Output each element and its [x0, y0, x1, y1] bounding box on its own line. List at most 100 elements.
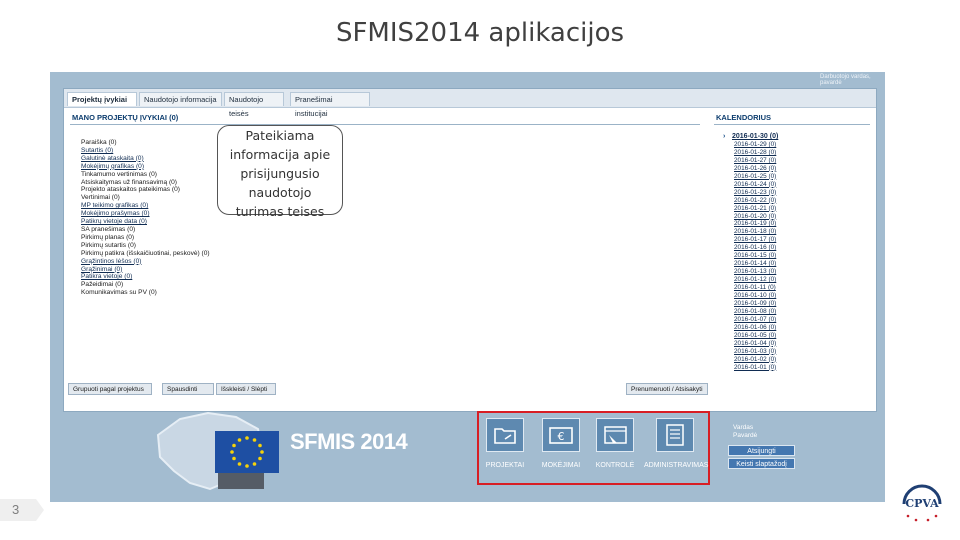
page-number: 3 [12, 502, 20, 517]
event-item[interactable]: Komunikavimas su PV (0) [81, 289, 210, 297]
calendar-date-label: 2016-01-30 (0) [732, 133, 779, 140]
calendar-date[interactable]: 2016-01-20 (0) [723, 213, 778, 221]
calendar-date[interactable]: 2016-01-12 (0) [723, 276, 778, 284]
calendar-list: › 2016-01-30 (0) 2016-01-29 (0) 2016-01-2… [723, 133, 778, 372]
calendar-date[interactable]: 2016-01-15 (0) [723, 252, 778, 260]
calendar-date[interactable]: 2016-01-27 (0) [723, 157, 778, 165]
page-number-tab: 3 [0, 499, 44, 521]
calendar-date[interactable]: 2016-01-16 (0) [723, 244, 778, 252]
calendar-date[interactable]: 2016-01-04 (0) [723, 340, 778, 348]
cursor-window-icon [596, 418, 634, 452]
change-password-button[interactable]: Keisti slaptažodį [728, 458, 795, 469]
calendar-divider [714, 124, 870, 125]
cpva-logo-icon: CPVA [896, 478, 948, 526]
event-item[interactable]: Vertinimai (0) [81, 194, 210, 202]
event-item[interactable]: MP teikimo grafikas (0) [81, 202, 210, 210]
user-name-label: Vardas Pavardė [733, 424, 757, 440]
user-last-name: Pavardė [733, 432, 758, 439]
module-projektai[interactable]: PROJEKTAI [480, 418, 530, 469]
topline-user: Darbuotojo vardas, pavardė [820, 74, 871, 86]
event-item[interactable]: Mokėjimo prašymas (0) [81, 210, 210, 218]
event-item[interactable]: Mokėjimų grafikas (0) [81, 163, 210, 171]
chevron-right-icon: › [723, 133, 726, 140]
folder-icon [486, 418, 524, 452]
event-item[interactable]: Patikra vietoje (0) [81, 273, 210, 281]
callout-bubble: Pateikiama informacija apie prisijungusi… [217, 125, 343, 219]
calendar-date[interactable]: 2016-01-21 (0) [723, 205, 778, 213]
module-label: ADMINISTRAVIMAS [644, 462, 709, 469]
calendar-date[interactable]: 2016-01-13 (0) [723, 268, 778, 276]
callout-line: prisijungusio [240, 166, 320, 181]
calendar-date-current[interactable]: › 2016-01-30 (0) [723, 133, 778, 141]
calendar-date[interactable]: 2016-01-10 (0) [723, 292, 778, 300]
event-item[interactable]: Patikrų vietoje data (0) [81, 218, 210, 226]
event-item[interactable]: Pirkimų planas (0) [81, 234, 210, 242]
callout-line: Pateikiama [245, 128, 315, 143]
app-window: Projektų įvykiai Naudotojo informacija N… [63, 88, 877, 412]
tab-projektu-ivykiai[interactable]: Projektų įvykiai [67, 92, 137, 106]
event-item[interactable]: Tinkamumo vertinimas (0) [81, 171, 210, 179]
user-first-name: Vardas [733, 424, 754, 431]
event-item[interactable]: Galutinė ataskaita (0) [81, 155, 210, 163]
event-item[interactable]: Projekto ataskaitos pateikimas (0) [81, 186, 210, 194]
calendar-date[interactable]: 2016-01-01 (0) [723, 364, 778, 372]
module-kontrole[interactable]: KONTROLĖ [590, 418, 640, 469]
logout-button[interactable]: Atsijungti [728, 445, 795, 456]
calendar-date[interactable]: 2016-01-07 (0) [723, 316, 778, 324]
tab-bar: Projektų įvykiai Naudotojo informacija N… [64, 89, 876, 118]
eu-flag-icon [215, 431, 279, 473]
calendar-date[interactable]: 2016-01-08 (0) [723, 308, 778, 316]
event-item[interactable]: Pirkimų patikra (išskaičiuotinai, peskov… [81, 250, 210, 258]
events-divider [70, 124, 700, 125]
calendar-date[interactable]: 2016-01-29 (0) [723, 141, 778, 149]
calendar-date[interactable]: 2016-01-18 (0) [723, 228, 778, 236]
svg-text:€: € [558, 430, 565, 443]
callout-line: informacija apie [229, 147, 331, 162]
event-item[interactable]: Atsiskaitymas už finansavimą (0) [81, 179, 210, 187]
calendar-date[interactable]: 2016-01-06 (0) [723, 324, 778, 332]
events-panel-title: MANO PROJEKTŲ ĮVYKIAI (0) [72, 113, 179, 122]
calendar-date[interactable]: 2016-01-25 (0) [723, 173, 778, 181]
euro-icon: € [542, 418, 580, 452]
calendar-date[interactable]: 2016-01-17 (0) [723, 236, 778, 244]
callout-line: naudotojo [248, 185, 312, 200]
calendar-date[interactable]: 2016-01-11 (0) [723, 284, 778, 292]
calendar-date[interactable]: 2016-01-03 (0) [723, 348, 778, 356]
tab-naudotojo-teises[interactable]: Naudotojo teisės [224, 92, 284, 118]
calendar-date[interactable]: 2016-01-24 (0) [723, 181, 778, 189]
event-item[interactable]: SA pranešimas (0) [81, 226, 210, 234]
tab-naudotojo-informacija[interactable]: Naudotojo informacija [139, 92, 222, 106]
module-administravimas[interactable]: ADMINISTRAVIMAS [644, 418, 709, 469]
sfmis-logo-text: SFMIS 2014 [290, 429, 408, 454]
tab-pranesimai-institucijai[interactable]: Pranešimai institucijai [290, 92, 370, 118]
svg-text:CPVA: CPVA [905, 497, 939, 510]
calendar-date[interactable]: 2016-01-14 (0) [723, 260, 778, 268]
calendar-date[interactable]: 2016-01-23 (0) [723, 189, 778, 197]
module-mokejimai[interactable]: € MOKĖJIMAI [536, 418, 586, 469]
slide-title: SFMIS2014 aplikacijos [335, 18, 625, 48]
group-by-projects-button[interactable]: Grupuoti pagal projektus [68, 383, 152, 395]
event-item[interactable]: Grąžinimai (0) [81, 266, 210, 274]
expand-collapse-button[interactable]: Išskleisti / Slėpti [216, 383, 276, 395]
event-item[interactable]: Grąžintinos lėšos (0) [81, 258, 210, 266]
calendar-date[interactable]: 2016-01-02 (0) [723, 356, 778, 364]
calendar-date[interactable]: 2016-01-19 (0) [723, 220, 778, 228]
calendar-date[interactable]: 2016-01-22 (0) [723, 197, 778, 205]
module-label: PROJEKTAI [485, 462, 525, 469]
calendar-date[interactable]: 2016-01-26 (0) [723, 165, 778, 173]
subscribe-button[interactable]: Prenumeruoti / Atsisakyti [626, 383, 708, 395]
list-document-icon [656, 418, 694, 452]
callout-line: turimas teises [235, 204, 325, 219]
events-list: Paraiška (0) Sutartis (0) Galutinė atask… [81, 139, 210, 297]
calendar-date[interactable]: 2016-01-28 (0) [723, 149, 778, 157]
calendar-date[interactable]: 2016-01-09 (0) [723, 300, 778, 308]
module-label: KONTROLĖ [595, 462, 635, 469]
event-item[interactable]: Paraiška (0) [81, 139, 210, 147]
event-item[interactable]: Sutartis (0) [81, 147, 210, 155]
print-button[interactable]: Spausdinti [162, 383, 214, 395]
calendar-title: KALENDORIUS [716, 113, 772, 122]
event-item[interactable]: Pirkimų sutartis (0) [81, 242, 210, 250]
module-label: MOKĖJIMAI [541, 462, 581, 469]
calendar-date[interactable]: 2016-01-05 (0) [723, 332, 778, 340]
event-item[interactable]: Pažeidimai (0) [81, 281, 210, 289]
